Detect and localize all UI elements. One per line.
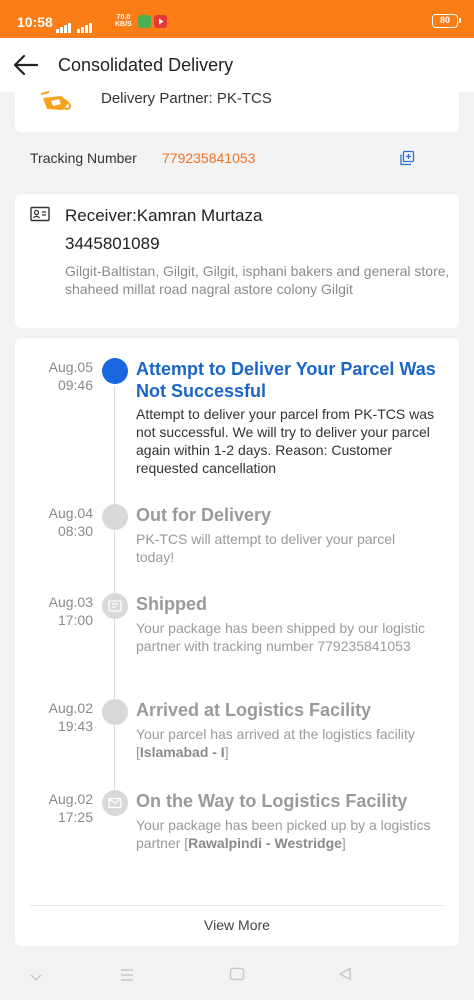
status-bar: 10:58 70.0 KB/S 80 (0, 0, 474, 38)
receiver-phone: 3445801089 (65, 234, 160, 253)
event-title: Shipped (136, 594, 207, 614)
page-title: Consolidated Delivery (58, 55, 234, 75)
event-title: Attempt to Deliver Your Parcel Was Not S… (136, 359, 436, 401)
home-icon[interactable] (229, 967, 245, 986)
tracking-number-label: Tracking Number (30, 150, 137, 166)
receiver-card: Receiver:Kamran Murtaza 3445801089 Gilgi… (15, 194, 459, 328)
receiver-name: Receiver:Kamran Murtaza (65, 206, 263, 225)
event-description: PK-TCS will attempt to deliver your parc… (136, 531, 396, 565)
mail-icon (102, 790, 128, 816)
youtube-icon (154, 15, 167, 28)
event-description: Your package has been shipped by our log… (136, 620, 426, 654)
event-description: Your parcel has arrived at the logistics… (136, 726, 415, 760)
chevron-down-icon[interactable] (30, 969, 42, 987)
divider (30, 905, 444, 906)
net-speed: 70.0 KB/S (115, 14, 132, 28)
menu-icon[interactable] (120, 968, 134, 986)
delivery-truck-icon (39, 84, 75, 114)
message-app-icon (138, 15, 151, 28)
event-title: Arrived at Logistics Facility (136, 700, 372, 720)
timeline-line (114, 366, 115, 806)
battery-icon: 80 (432, 14, 461, 28)
delivery-partner-label: Delivery Partner: PK-TCS (101, 90, 272, 107)
tracking-number-value: 779235841053 (162, 150, 256, 166)
event-date: Aug.03 17:00 (48, 594, 93, 628)
signal-icon (56, 15, 72, 33)
status-dot (102, 699, 128, 725)
status-dot-active (102, 358, 128, 384)
system-nav-bar (0, 955, 474, 1000)
tracking-number-row: Tracking Number 779235841053 (15, 137, 459, 179)
delivery-partner-card: Delivery Partner: PK-TCS (15, 80, 459, 132)
event-date: Aug.02 17:25 (48, 791, 93, 825)
copy-icon[interactable] (399, 150, 415, 166)
arrow-left-icon[interactable] (12, 52, 40, 78)
package-icon (102, 593, 128, 619)
event-description: Your package has been picked up by a log… (136, 817, 431, 851)
id-card-icon (30, 206, 50, 222)
event-date: Aug.04 08:30 (48, 505, 93, 539)
event-title: On the Way to Logistics Facility (136, 791, 408, 811)
event-date: Aug.02 19:43 (48, 700, 93, 734)
event-title: Out for Delivery (136, 505, 272, 525)
signal-icon-2 (77, 15, 93, 33)
status-time: 10:58 (17, 14, 53, 30)
back-nav-icon[interactable] (338, 967, 352, 986)
event-description: Attempt to deliver your parcel from PK-T… (136, 406, 434, 476)
receiver-address: Gilgit-Baltistan, Gilgit, Gilgit, isphan… (65, 263, 450, 297)
view-more-button[interactable]: View More (15, 917, 459, 933)
tracking-timeline: Aug.05 09:46 Attempt to Deliver Your Parc… (15, 338, 459, 946)
status-dot (102, 504, 128, 530)
event-date: Aug.05 09:46 (48, 359, 93, 393)
